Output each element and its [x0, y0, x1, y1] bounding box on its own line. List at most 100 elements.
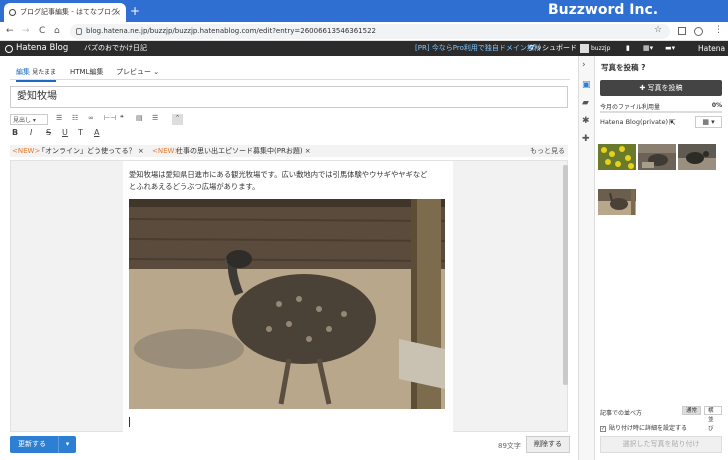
browser-titlebar: ブログ記事編集 - はてなブログ × + Buzzword Inc.	[0, 0, 728, 22]
new-tab-button[interactable]: +	[130, 3, 140, 19]
hatena-blog-logo[interactable]: Hatena Blog	[16, 41, 68, 56]
notification-icon[interactable]: ▬▾	[665, 41, 675, 56]
hatena-link[interactable]: Hatena	[698, 41, 725, 56]
tab-wysiwyg-label: 編集	[16, 68, 30, 76]
body-paragraph[interactable]: 愛知牧場は愛知県日進市にある観光牧場です。広い敷地内では引馬体験やウサギやヤギな…	[129, 169, 429, 193]
underline-icon[interactable]: U	[62, 128, 68, 137]
profile-icon[interactable]	[694, 27, 703, 36]
back-icon[interactable]: ←	[6, 25, 14, 37]
reload-icon[interactable]: C	[39, 25, 45, 37]
tab-wysiwyg[interactable]: 編集 見たまま	[16, 67, 57, 82]
numbered-list-icon[interactable]: ☷	[72, 114, 78, 122]
indent-icon[interactable]: ☰	[152, 114, 158, 122]
italic-icon[interactable]: I	[30, 128, 32, 137]
hatena-header: Hatena Blog バズのおでかけ日記 [PR] 今ならPro利用で独自ドメ…	[0, 41, 728, 56]
lock-icon	[76, 28, 82, 35]
hatena-logo-icon	[5, 45, 13, 53]
news-tag-1: <NEW>	[12, 147, 41, 155]
browser-menu-icon[interactable]: ⋮	[714, 25, 723, 35]
collapse-toolbar-icon[interactable]: ⌃	[172, 114, 183, 125]
strike-icon[interactable]: S	[46, 128, 51, 137]
bookmark-icon[interactable]: ▮	[626, 41, 630, 56]
sort-label: 記事での並べ方	[600, 410, 643, 417]
editor-pane: 編集 見たまま HTML編集 プレビュー ⌄ 愛知牧場 見出し ▾ ☰ ☷ ∞ …	[0, 56, 578, 460]
photo-thumb-emu[interactable]	[598, 189, 636, 215]
grid-menu-icon[interactable]: ▦▾	[643, 41, 653, 56]
editor-body[interactable]: 愛知牧場は愛知県日進市にある観光牧場です。広い敷地内では引馬体験やウサギやヤギな…	[123, 161, 453, 433]
url-field[interactable]: blog.hatena.ne.jp/buzzjp/buzzjp.hatenabl…	[70, 24, 670, 39]
home-icon[interactable]: ⌂	[54, 25, 60, 37]
table-icon[interactable]: ▤	[136, 114, 143, 122]
editor-tabs: 編集 見たまま HTML編集 プレビュー ⌄	[10, 64, 570, 82]
tab-close-icon[interactable]: ×	[114, 3, 121, 22]
sort-normal-button[interactable]: 通常	[682, 406, 702, 415]
photo-panel-title: 写真を投稿 ?	[601, 62, 645, 73]
usage-percent: 0%	[711, 102, 722, 109]
post-photo-button[interactable]: ✚ 写真を投稿	[600, 80, 722, 96]
forward-icon[interactable]: →	[22, 25, 30, 37]
tab-preview-label: プレビュー	[116, 68, 151, 76]
album-select[interactable]: Hatena Blog(private) ▾	[600, 118, 673, 126]
tab-wysiwyg-sub: 見たまま	[32, 69, 57, 76]
editor-footer: 更新する ▾ 89文字 削除する	[10, 436, 570, 454]
quote-icon[interactable]: ❝	[120, 114, 124, 122]
usage-label: 今月のファイル利用量	[600, 104, 661, 111]
chevron-down-icon: ⌄	[153, 68, 160, 76]
font-size-icon[interactable]: T	[78, 128, 83, 137]
news-item-1[interactable]: 「オンライン」どう使ってる？ ×	[38, 145, 144, 157]
news-more-link[interactable]: もっと見る	[530, 145, 565, 157]
sort-row: 記事での並べ方 通常 横並び	[600, 406, 722, 432]
photo-thumb-animal-1[interactable]	[638, 144, 676, 170]
tab-preview[interactable]: プレビュー ⌄	[116, 67, 159, 77]
help-icon[interactable]: ?	[641, 63, 645, 72]
tab-title: ブログ記事編集 - はてなブログ	[20, 8, 118, 16]
user-name[interactable]: buzzjp	[591, 41, 610, 56]
bold-icon[interactable]: B	[12, 128, 18, 137]
title-input[interactable]: 愛知牧場	[10, 86, 568, 108]
add-panel-icon[interactable]: ✚	[582, 134, 590, 144]
news-item-2[interactable]: 仕事の思い出エピソード募集中(PRお題) ×	[176, 145, 311, 157]
promo-link[interactable]: [PR] 今ならPro利用で独自ドメイン無料	[415, 41, 541, 56]
text-color-icon[interactable]: A	[94, 128, 99, 137]
extension-icon[interactable]	[678, 27, 686, 35]
detail-check-label: 貼り付け時に詳細を設定する	[609, 425, 688, 432]
photo-sidebar: 写真を投稿 ? ✚ 写真を投稿 今月のファイル利用量 0% Hatena Blo…	[595, 56, 728, 460]
format-select-label: 見出し	[13, 117, 32, 124]
tab-html[interactable]: HTML編集	[70, 67, 103, 77]
editor-scrollbar[interactable]	[563, 165, 568, 385]
collapse-panel-icon[interactable]: ›	[582, 60, 586, 70]
emu-photo[interactable]	[129, 199, 445, 409]
horizontal-rule-icon[interactable]: ⊢⊣	[104, 114, 116, 122]
browser-tab[interactable]: ブログ記事編集 - はてなブログ ×	[4, 3, 126, 22]
dashboard-link[interactable]: ダッシュボード	[528, 41, 577, 56]
news-bar: <NEW> 「オンライン」どう使ってる？ × <NEW> 仕事の思い出エピソード…	[10, 145, 568, 157]
update-label: 更新する	[18, 440, 46, 448]
side-icon-rail: › ▣ ▰ ✱ ✚	[578, 56, 595, 460]
photo-panel-title-text: 写真を投稿	[601, 63, 639, 72]
photo-panel-icon[interactable]: ▣	[582, 80, 591, 90]
format-select[interactable]: 見出し ▾	[10, 114, 48, 125]
user-avatar[interactable]	[580, 44, 589, 53]
photo-thumb-animal-2[interactable]	[678, 144, 716, 170]
toolbar-row-2: B I S U T A	[10, 128, 570, 140]
blog-name-menu[interactable]: バズのおでかけ日記	[84, 41, 147, 56]
folder-icon[interactable]: ▰	[582, 98, 589, 108]
link-icon[interactable]: ∞	[88, 114, 94, 122]
photo-thumb-flowers[interactable]	[598, 144, 636, 170]
update-dropdown-icon[interactable]: ▾	[58, 436, 76, 453]
hatena-favicon-icon	[9, 9, 16, 16]
bullet-list-icon[interactable]: ☰	[56, 114, 62, 122]
external-link-icon[interactable]: ⇱	[669, 118, 676, 127]
delete-button[interactable]: 削除する	[526, 436, 570, 453]
address-bar: ← → C ⌂ blog.hatena.ne.jp/buzzjp/buzzjp.…	[0, 22, 728, 41]
brand-watermark: Buzzword Inc.	[548, 2, 659, 18]
settings-gear-icon[interactable]: ✱	[582, 116, 590, 126]
detail-setting-row[interactable]: ✓ 貼り付け時に詳細を設定する	[600, 423, 687, 432]
update-button[interactable]: 更新する ▾	[10, 436, 76, 453]
detail-checkbox[interactable]: ✓	[600, 425, 606, 432]
sort-side-button[interactable]: 横並び	[704, 406, 722, 432]
star-icon[interactable]: ☆	[654, 25, 662, 35]
char-count: 89文字	[498, 442, 521, 450]
paste-photo-button[interactable]: 選択した写真を貼り付け	[600, 436, 722, 453]
grid-view-button[interactable]: ▦ ▾	[695, 116, 722, 128]
